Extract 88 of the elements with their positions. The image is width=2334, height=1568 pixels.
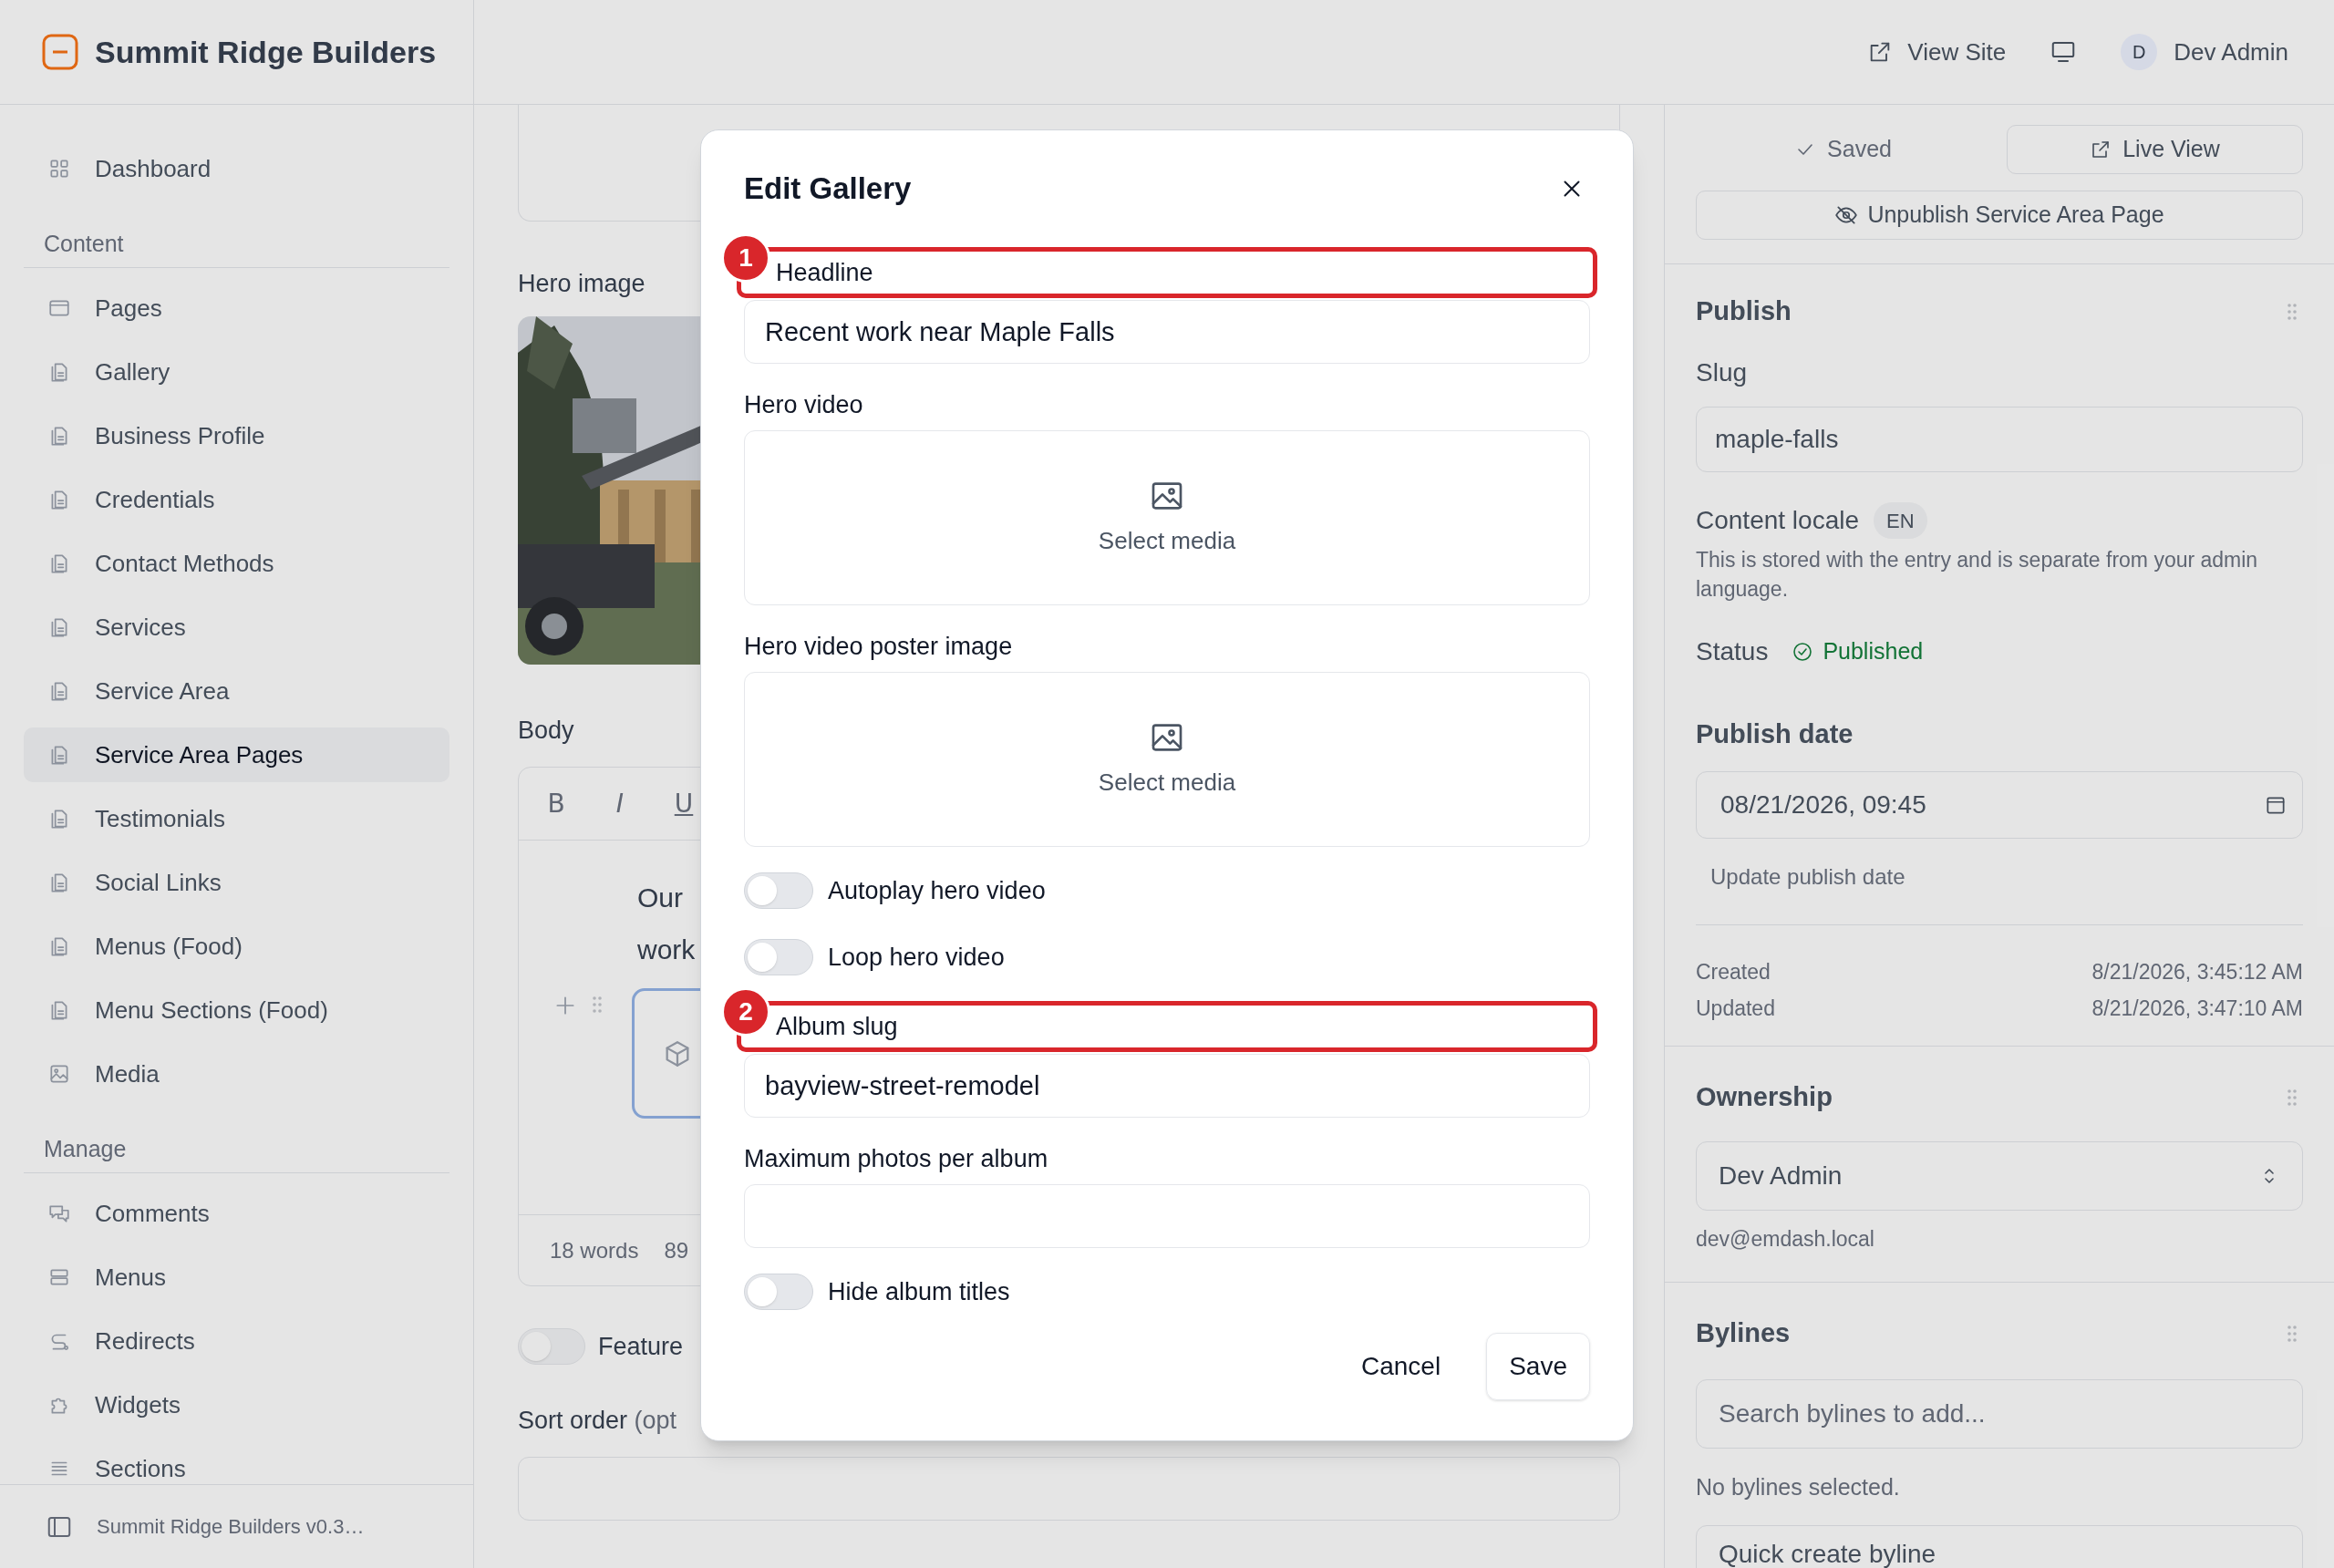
input-field[interactable]: Recent work near Maple Falls (744, 300, 1590, 364)
word-count: 89 (664, 1236, 689, 1264)
field-label: Album slug (776, 1011, 898, 1042)
dialog-button[interactable]: Cancel (1343, 1333, 1460, 1400)
toggle-label: Loop hero video (828, 942, 1005, 973)
section-title: Ownership (1696, 1080, 1833, 1113)
image-icon (47, 1062, 71, 1086)
live-view-button[interactable]: Live View (2007, 125, 2303, 174)
section-title: Publish date (1696, 718, 1854, 750)
paragraph-text: Our (637, 882, 684, 914)
field-label: Slug (1696, 357, 1748, 388)
number-badge: 1 (721, 233, 770, 283)
field-label: Hero image (518, 269, 645, 299)
meta-value: 8/21/2026, 3:45:12 AM (2091, 958, 2303, 985)
toolbar-button[interactable]: B (532, 779, 581, 829)
sidebar-item[interactable]: Comments (24, 1186, 449, 1241)
slug-field[interactable]: maple-falls (1696, 407, 2303, 472)
field-label: Maximum photos per album (744, 1143, 1048, 1174)
field-label: Status (1696, 636, 1769, 667)
input-field[interactable]: bayview-street-remodel (744, 1054, 1590, 1118)
number-badge: 2 (721, 987, 770, 1037)
section-heading: Content (44, 231, 124, 256)
quick-create-button[interactable]: Quick create byline (1696, 1524, 2303, 1568)
sidebar-item[interactable]: Gallery (24, 345, 449, 399)
toggle-switch[interactable] (744, 872, 813, 909)
sidebar-item[interactable]: Social Links (24, 855, 449, 910)
toggle-label: Feature (598, 1332, 684, 1362)
toolbar-button[interactable]: I (595, 779, 645, 829)
paragraph-text: work (637, 934, 696, 966)
toggle-label: Hide album titles (828, 1276, 1010, 1307)
sidebar-item[interactable]: Services (24, 600, 449, 655)
logo-icon (42, 34, 78, 70)
sidebar-item[interactable]: Service Area Pages (24, 727, 449, 782)
sidebar-item[interactable]: Widgets (24, 1377, 449, 1432)
locale-badge: EN (1874, 502, 1927, 539)
section-title: Publish (1696, 295, 1792, 328)
toolbar-button[interactable]: U (659, 779, 708, 829)
toggle-label: Autoplay hero video (828, 875, 1046, 906)
sidebar-item[interactable]: Credentials (24, 472, 449, 527)
sidebar-item[interactable]: Business Profile (24, 408, 449, 463)
sidebar-item[interactable]: Dashboard (24, 141, 449, 196)
media-picker[interactable]: Select media (744, 672, 1590, 847)
dialog-title: Edit Gallery (744, 170, 912, 208)
app-name: Summit Ridge Builders (95, 33, 437, 71)
version-label: Summit Ridge Builders v0.3… (97, 1514, 365, 1540)
sidebar-item[interactable]: Service Area (24, 664, 449, 718)
grid-icon (47, 157, 71, 181)
field-label: Content locale (1696, 505, 1859, 536)
check-circle-icon (1792, 641, 1814, 663)
user-avatar: D (2121, 34, 2158, 70)
field-label: Sort order (opt (518, 1405, 677, 1436)
sidebar-item[interactable]: Media (24, 1047, 449, 1101)
sidebar-item[interactable]: Redirects (24, 1314, 449, 1368)
toggle-switch[interactable] (744, 939, 813, 975)
section-title: Bylines (1696, 1317, 1791, 1350)
owner-select[interactable]: Dev Admin (1696, 1140, 2303, 1211)
field-label: Headline (776, 257, 873, 288)
email-text: dev@emdash.local (1696, 1225, 1874, 1253)
user-name[interactable]: Dev Admin (2174, 34, 2288, 70)
word-count: 18 words (550, 1236, 639, 1264)
status-text: Published (1792, 634, 1924, 669)
sidebar-item[interactable]: Menu Sections (Food) (24, 983, 449, 1037)
sidebar-item[interactable]: Testimonials (24, 791, 449, 846)
help-text: This is stored with the entry and is separate from your admin language. (1696, 547, 2259, 603)
section-heading: Manage (44, 1136, 127, 1161)
field-label: Hero video (744, 389, 863, 420)
meta-label: Updated (1696, 995, 1775, 1022)
dialog-button[interactable]: Save (1486, 1333, 1590, 1400)
toggle-switch[interactable] (518, 1328, 585, 1366)
field-label: Body (518, 716, 574, 746)
meta-label: Created (1696, 958, 1771, 985)
toggle-switch[interactable] (744, 1274, 813, 1310)
unpublish-button[interactable]: Unpublish Service Area Page (1696, 191, 2303, 240)
sidebar-item[interactable]: Contact Methods (24, 536, 449, 591)
meta-value: 8/21/2026, 3:47:10 AM (2091, 995, 2303, 1022)
sidebar-item[interactable]: Sections (24, 1441, 449, 1484)
empty-text: No bylines selected. (1696, 1473, 1900, 1501)
input-field[interactable] (744, 1184, 1590, 1248)
input-field[interactable] (518, 1457, 1620, 1521)
field-label: Hero video poster image (744, 631, 1013, 662)
search-field[interactable]: Search bylines to add... (1696, 1379, 2303, 1449)
date-field[interactable]: 08/21/2026, 09:45 (1696, 770, 2303, 839)
sidebar-item[interactable]: Pages (24, 281, 449, 335)
sidebar-item[interactable]: Menus (24, 1250, 449, 1305)
media-picker[interactable]: Select media (744, 430, 1590, 605)
eye-off-icon (1834, 203, 1859, 227)
sidebar-item[interactable]: Menus (Food) (24, 919, 449, 974)
view-site-link[interactable]: View Site (1867, 34, 2007, 70)
